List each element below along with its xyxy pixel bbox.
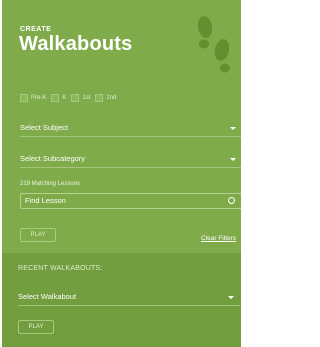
chevron-down-icon — [228, 296, 234, 299]
walkabout-select[interactable]: Select Walkabout — [18, 291, 240, 306]
grade-checkbox-1st[interactable]: 1st — [71, 94, 90, 102]
header-eyebrow: CREATE — [20, 26, 52, 33]
checkbox-box[interactable] — [20, 94, 28, 102]
subcategory-select[interactable]: Select Subcategory — [20, 153, 241, 168]
walkabouts-panel: CREATE Walkabouts Pre-K K 1st 2nd Select… — [2, 0, 241, 347]
grade-label: 1st — [82, 95, 91, 101]
grade-checkbox-2nd[interactable]: 2nd — [95, 94, 116, 102]
find-lesson-input[interactable]: Find Lesson — [20, 193, 241, 209]
clear-filters-link[interactable]: Clear Filters — [201, 235, 236, 242]
recent-play-button[interactable]: PLAY — [18, 320, 54, 334]
walkabout-select-label: Select Walkabout — [18, 292, 77, 301]
play-button[interactable]: PLAY — [20, 228, 56, 242]
footprints-icon — [197, 16, 230, 73]
subcategory-select-label: Select Subcategory — [20, 154, 86, 163]
page-title: Walkabouts — [19, 33, 133, 55]
matching-lessons-count: 219 Matching Lessons — [20, 181, 81, 187]
recent-walkabouts-title: RECENT WALKABOUTS: — [18, 265, 103, 272]
grade-checkbox-k[interactable]: K — [51, 94, 66, 102]
checkbox-box[interactable] — [51, 94, 60, 102]
chevron-down-icon — [230, 127, 236, 130]
grade-label: 2nd — [106, 95, 117, 101]
search-icon[interactable] — [228, 197, 235, 204]
subject-select[interactable]: Select Subject — [20, 122, 241, 137]
subject-select-label: Select Subject — [20, 123, 68, 132]
find-lesson-placeholder: Find Lesson — [25, 196, 66, 205]
grade-filters: Pre-K K 1st 2nd — [20, 93, 121, 103]
chevron-down-icon — [230, 158, 236, 161]
checkbox-box[interactable] — [95, 94, 104, 102]
header: CREATE Walkabouts — [2, 0, 241, 80]
grade-label: K — [62, 95, 67, 101]
recent-walkabouts-section: RECENT WALKABOUTS: Select Walkabout PLAY — [2, 253, 241, 347]
grade-checkbox-pre-k[interactable]: Pre-K — [20, 94, 46, 102]
checkbox-box[interactable] — [71, 94, 80, 102]
grade-label: Pre-K — [31, 95, 47, 101]
